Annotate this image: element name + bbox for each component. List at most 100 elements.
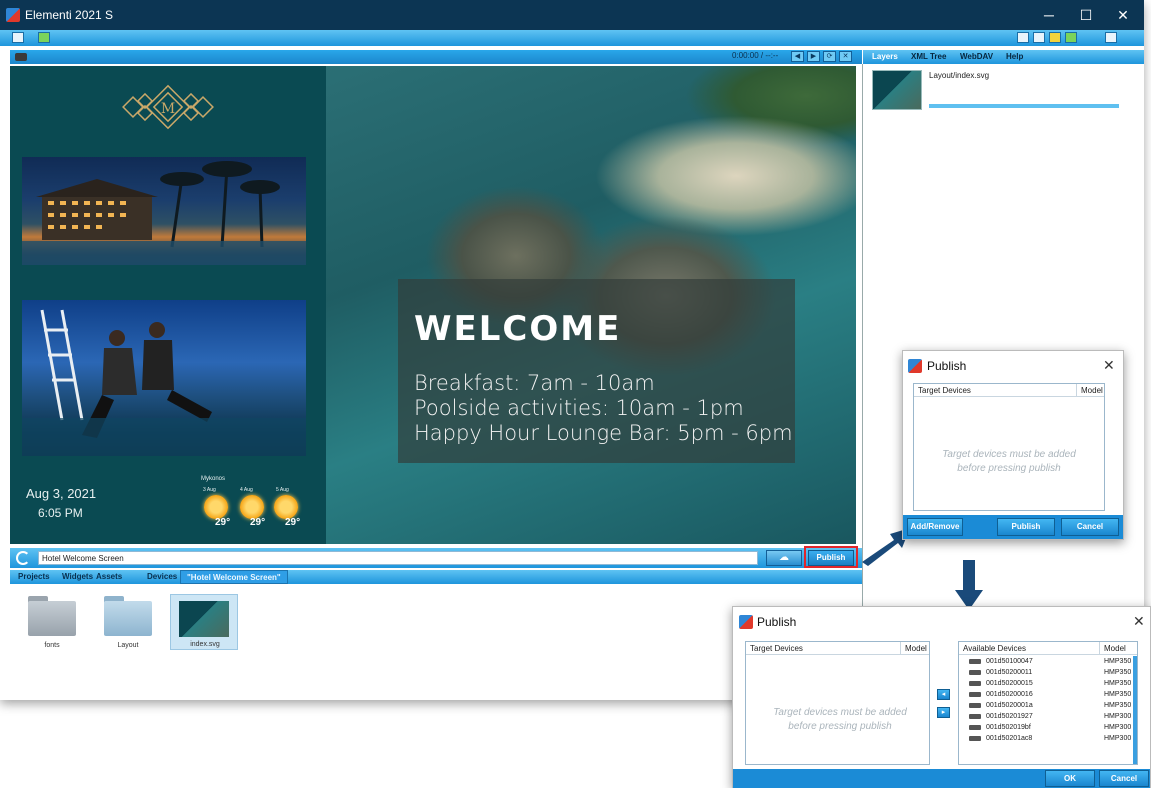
island-aerial-photo: WELCOME Breakfast: 7am - 10am Poolside a… [326, 66, 856, 544]
welcome-line: Poolside activities: 10am - 1pm [414, 396, 744, 420]
weather-temp: 29° [215, 517, 231, 528]
dialog-button-bar: Add/Remove Publish Cancel [903, 515, 1123, 539]
target-devices-list[interactable]: Target Devices Model Target devices must… [745, 641, 930, 765]
tab-hotel-welcome-screen[interactable]: "Hotel Welcome Screen" [180, 570, 288, 584]
tab-projects[interactable]: Projects [18, 570, 50, 584]
project-name-input[interactable] [38, 551, 758, 565]
publish-dialog-large: Publish ✕ Target Devices Model Target de… [732, 606, 1151, 788]
minimize-button[interactable]: ─ [1038, 6, 1060, 24]
reload-button[interactable]: ⟳ [823, 51, 836, 62]
playback-slider[interactable] [15, 53, 27, 61]
file-label: Layout [117, 642, 139, 649]
toolbar [0, 30, 1144, 46]
weather-temp: 29° [285, 517, 301, 528]
playback-bar: 0:00:00 / --:-- ◀ ▶ ⟳ ✕ [10, 50, 862, 64]
layer-name: Layout/index.svg [929, 71, 990, 80]
remove-device-button[interactable]: ▸ [937, 707, 950, 718]
col-target-devices: Target Devices [750, 644, 803, 653]
welcome-line: Happy Hour Lounge Bar: 5pm - 6pm [414, 421, 793, 445]
device-icon [969, 736, 981, 741]
tab-xml-tree[interactable]: XML Tree [911, 52, 946, 61]
resort-night-photo [22, 157, 306, 265]
ok-button[interactable]: OK [1045, 770, 1095, 787]
file-index-svg[interactable]: index.svg [170, 594, 238, 650]
add-device-button[interactable]: ◂ [937, 689, 950, 700]
device-icon [969, 725, 981, 730]
file-thumbnail [179, 601, 229, 637]
cancel-button[interactable]: Cancel [1099, 770, 1149, 787]
title-bar: Elementi 2021 S ─ ☐ ✕ [0, 0, 1144, 30]
close-button[interactable]: ✕ [1112, 6, 1134, 24]
layer-progress [929, 104, 1119, 108]
refresh-icon[interactable] [16, 551, 30, 565]
dialog-close-button[interactable]: ✕ [1133, 613, 1145, 630]
dialog-close-button[interactable]: ✕ [1103, 357, 1115, 374]
list-header: Target Devices Model [914, 384, 1104, 397]
device-row[interactable]: 001d5020001a HMP350 [959, 700, 1133, 711]
widget-tool-icon[interactable] [1065, 32, 1077, 43]
sun-icon [204, 495, 228, 519]
col-model: Model [900, 642, 927, 655]
tab-webdav[interactable]: WebDAV [960, 52, 993, 61]
device-list-scrollbar[interactable] [1133, 656, 1137, 764]
hotel-logo-icon: M [122, 84, 214, 130]
layer-item[interactable]: Layout/index.svg [870, 68, 1140, 114]
elementi-logo-icon [6, 8, 20, 22]
media-tool-icon[interactable] [1049, 32, 1061, 43]
device-row[interactable]: 001d502019bf HMP300 [959, 722, 1133, 733]
col-model: Model [1099, 642, 1126, 655]
device-row[interactable]: 001d50100047 HMP350 [959, 656, 1133, 667]
time-display: 6:05 PM [38, 506, 83, 520]
tab-devices[interactable]: Devices [147, 570, 177, 584]
col-target-devices: Target Devices [918, 386, 971, 395]
cloud-upload-button[interactable]: ☁ [766, 550, 802, 566]
play-button[interactable]: ▶ [807, 51, 820, 62]
device-icon [969, 692, 981, 697]
dialog-title: Publish [757, 615, 797, 629]
new-document-icon[interactable] [38, 32, 50, 43]
rewind-button[interactable]: ◀ [791, 51, 804, 62]
target-devices-list[interactable]: Target Devices Model Target devices must… [913, 383, 1105, 511]
device-row[interactable]: 001d50201927 HMP300 [959, 711, 1133, 722]
address-bar: ☁ Publish [10, 548, 862, 568]
stop-button[interactable]: ✕ [839, 51, 852, 62]
document-tool-icon[interactable] [1105, 32, 1117, 43]
elementi-logo-icon [908, 359, 922, 373]
add-remove-button[interactable]: Add/Remove [907, 518, 963, 536]
weather-day-label: 4 Aug [240, 487, 253, 493]
sun-icon [274, 495, 298, 519]
col-available-devices: Available Devices [963, 644, 1026, 653]
menu-icon[interactable] [12, 32, 24, 43]
cancel-button[interactable]: Cancel [1061, 518, 1119, 536]
tab-layers[interactable]: Layers [872, 52, 898, 61]
device-row[interactable]: 001d50200016 HMP350 [959, 689, 1133, 700]
elementi-logo-icon [739, 615, 753, 629]
text-tool-icon[interactable] [1017, 32, 1029, 43]
device-row[interactable]: 001d50200015 HMP350 [959, 678, 1133, 689]
list-header: Available Devices Model [959, 642, 1137, 655]
layout-canvas[interactable]: M Aug 3, 2021 6:05 PM Mykonos 3 Aug 29° … [10, 66, 856, 544]
tab-help[interactable]: Help [1006, 52, 1023, 61]
side-panel-tabs: Layers XML Tree WebDAV Help [863, 50, 1144, 64]
folder-layout[interactable] [104, 596, 152, 636]
bottom-tabs: Projects Widgets Assets Devices "Hotel W… [10, 570, 862, 584]
device-row[interactable]: 001d50200011 HMP350 [959, 667, 1133, 678]
tab-assets[interactable]: Assets [96, 570, 122, 584]
device-row[interactable]: 001d50201ac8 HMP300 [959, 733, 1133, 744]
tab-widgets[interactable]: Widgets [62, 570, 93, 584]
maximize-button[interactable]: ☐ [1075, 6, 1097, 24]
arrow-down-icon [955, 560, 983, 610]
file-label: fonts [44, 642, 60, 649]
layout-tool-icon[interactable] [1033, 32, 1045, 43]
list-header: Target Devices Model [746, 642, 929, 655]
empty-message: Target devices must be added before pres… [942, 449, 1076, 474]
window-title: Elementi 2021 S [25, 8, 114, 22]
device-icon [969, 681, 981, 686]
publish-confirm-button[interactable]: Publish [997, 518, 1055, 536]
logo-letter: M [161, 101, 175, 117]
available-devices-list[interactable]: Available Devices Model 001d50100047 HMP3… [958, 641, 1138, 765]
folder-fonts[interactable] [28, 596, 76, 636]
weather-day-label: 5 Aug [276, 487, 289, 493]
playback-time: 0:00:00 / --:-- [732, 51, 779, 60]
weather-day-label: 3 Aug [203, 487, 216, 493]
